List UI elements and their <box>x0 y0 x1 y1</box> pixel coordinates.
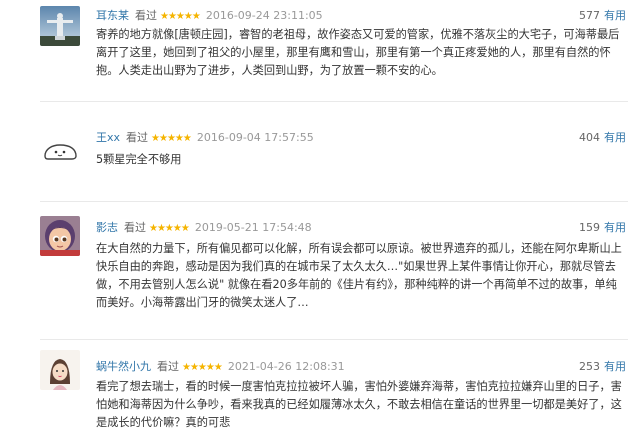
vote-box: 253 有用 <box>579 359 626 375</box>
vote-count: 577 <box>579 9 600 22</box>
comment-list: 耳东某 看过 ★★★★★ 2016-09-24 23:11:05 577 有用 寄养的地… <box>0 0 640 443</box>
comment-meta: 王xx 看过 ★★★★★ 2016-09-04 17:57:55 <box>96 130 314 146</box>
comment-date: 2021-04-26 12:08:31 <box>227 360 345 373</box>
comment-text: 在大自然的力量下，所有偏见都可以化解，所有误会都可以原谅。被世界遗弃的孤儿，还能… <box>96 242 622 309</box>
avatar-doodle-girl-icon[interactable] <box>40 350 80 390</box>
watched-status: 看过 <box>126 131 149 144</box>
comment-meta: 影志 看过 ★★★★★ 2019-05-21 17:54:48 <box>96 220 312 236</box>
vote-box: 577 有用 <box>579 8 626 24</box>
comment-text: 寄养的地方就像[唐顿庄园]，睿智的老祖母，故作姿态又可爱的管家，优雅不落灰尘的大… <box>96 28 620 77</box>
avatar-cartoon-girl-icon[interactable] <box>40 216 80 256</box>
comment-date: 2019-05-21 17:54:48 <box>194 221 312 234</box>
comment-item: 耳东某 看过 ★★★★★ 2016-09-24 23:11:05 577 有用 寄养的地… <box>0 0 640 100</box>
username-link[interactable]: 影志 <box>96 221 118 234</box>
watched-status: 看过 <box>135 9 157 22</box>
watched-status: 看过 <box>157 360 179 373</box>
vote-count: 253 <box>579 360 600 373</box>
rating-stars: ★★★★★ <box>151 133 192 144</box>
comment-item: 王xx 看过 ★★★★★ 2016-09-04 17:57:55 404 有用 5颗星完… <box>0 102 640 200</box>
comment-item: 蜗牛然小九 看过 ★★★★★ 2021-04-26 12:08:31 253 有用 看完… <box>0 340 640 443</box>
vote-box: 159 有用 <box>579 220 626 236</box>
rating-stars: ★★★★★ <box>160 11 201 22</box>
useful-button[interactable]: 有用 <box>604 360 626 373</box>
username-link[interactable]: 蜗牛然小九 <box>96 360 151 373</box>
useful-button[interactable]: 有用 <box>604 221 626 234</box>
vote-box: 404 有用 <box>579 130 626 146</box>
comment-text: 看完了想去瑞士，看的时候一度害怕克拉拉被坏人骗，害怕外婆嫌弃海蒂，害怕克拉拉嫌弃… <box>96 380 622 429</box>
username-link[interactable]: 王xx <box>96 131 120 144</box>
watched-status: 看过 <box>124 221 146 234</box>
rating-stars: ★★★★★ <box>149 223 190 234</box>
useful-button[interactable]: 有用 <box>604 9 626 22</box>
username-link[interactable]: 耳东某 <box>96 9 129 22</box>
avatar-cloud-icon[interactable] <box>40 130 80 170</box>
vote-count: 404 <box>579 131 600 144</box>
comment-meta: 耳东某 看过 ★★★★★ 2016-09-24 23:11:05 <box>96 8 323 24</box>
useful-button[interactable]: 有用 <box>604 131 626 144</box>
comment-date: 2016-09-04 17:57:55 <box>196 131 314 144</box>
comment-meta: 蜗牛然小九 看过 ★★★★★ 2021-04-26 12:08:31 <box>96 359 345 375</box>
comment-text: 5颗星完全不够用 <box>96 153 182 166</box>
vote-count: 159 <box>579 221 600 234</box>
comment-item: 影志 看过 ★★★★★ 2019-05-21 17:54:48 159 有用 在大自然的… <box>0 202 640 338</box>
comment-date: 2016-09-24 23:11:05 <box>205 9 323 22</box>
avatar-statue-icon[interactable] <box>40 6 80 46</box>
rating-stars: ★★★★★ <box>182 362 223 373</box>
